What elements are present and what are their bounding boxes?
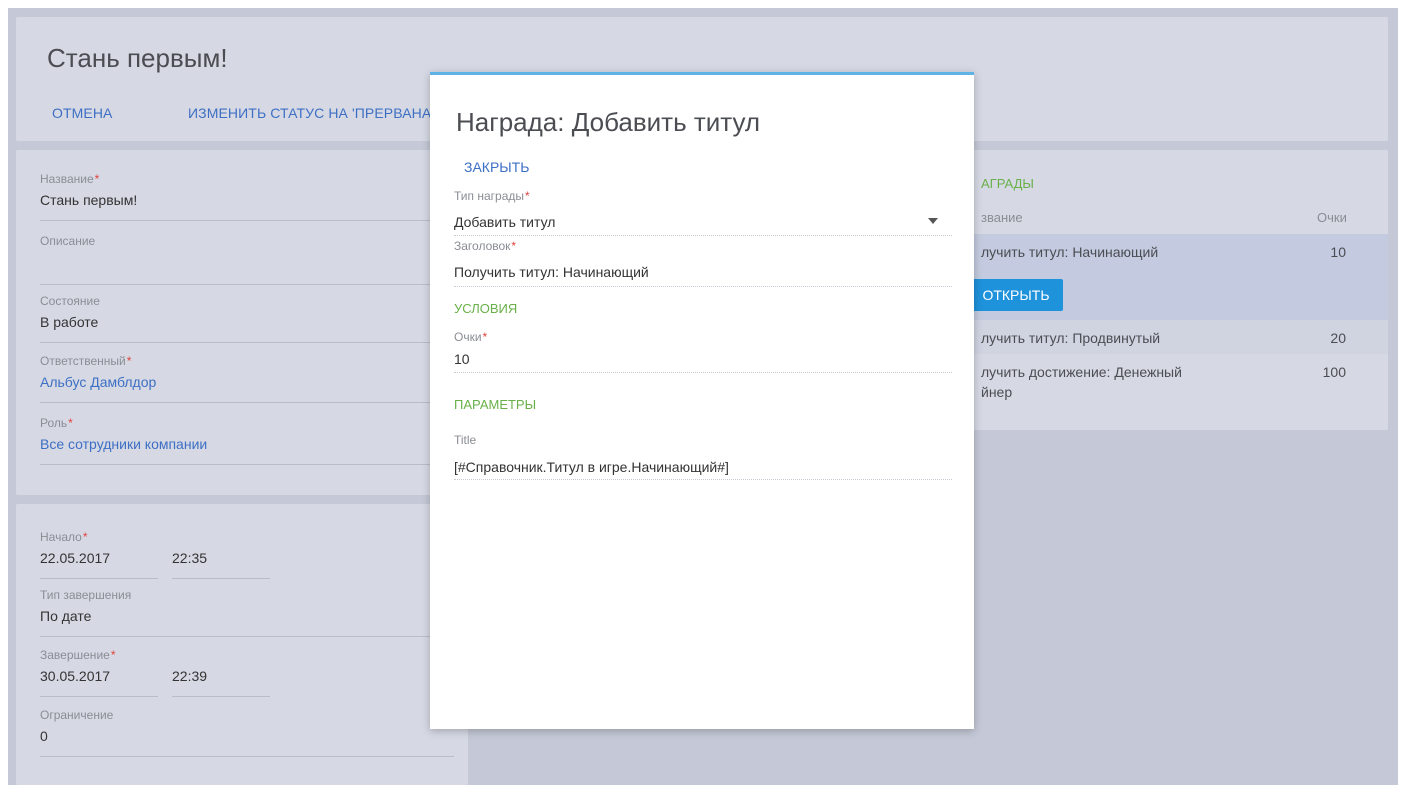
role-label: Роль* xyxy=(40,416,73,430)
reward-row-name: лучить титул: Начинающий xyxy=(981,244,1159,260)
responsible-label: Ответственный* xyxy=(40,354,131,368)
page-title: Стань первым! xyxy=(47,43,228,73)
reward-type-label: Тип награды* xyxy=(454,189,530,203)
limit-value: 0 xyxy=(40,728,48,744)
rewards-section-title: АГРАДЫ xyxy=(981,176,1034,191)
state-field[interactable]: Состояние В работе xyxy=(40,286,452,343)
close-button[interactable]: ЗАКРЫТЬ xyxy=(464,159,529,175)
title-param-label: Title xyxy=(454,433,477,447)
limit-field[interactable]: Ограничение 0 xyxy=(40,700,454,757)
points-field[interactable]: Очки* 10 xyxy=(454,330,952,373)
schedule-card: Начало* 22.05.2017 22:35 Тип завершения … xyxy=(16,504,468,785)
reward-row-name: лучить титул: Продвинутый xyxy=(981,330,1161,346)
required-mark: * xyxy=(110,648,116,662)
role-link[interactable]: Все сотрудники компании xyxy=(40,436,207,452)
end-label-text: Завершение xyxy=(40,648,110,662)
start-label-text: Начало xyxy=(40,530,82,544)
heading-label: Заголовок* xyxy=(454,239,516,253)
reward-row-name: лучить достижение: Денежный xyxy=(981,364,1182,380)
end-date[interactable]: 30.05.2017 xyxy=(40,668,110,684)
points-label: Очки* xyxy=(454,330,487,344)
required-mark: * xyxy=(68,416,73,430)
start-time-line xyxy=(172,577,270,579)
reward-row-points: 100 xyxy=(1322,364,1346,380)
points-value: 10 xyxy=(454,351,470,367)
responsible-link[interactable]: Альбус Дамблдор xyxy=(40,374,156,390)
end-date-line xyxy=(40,695,158,697)
description-field[interactable]: Описание xyxy=(40,226,452,285)
reward-type-label-text: Тип награды xyxy=(454,189,524,203)
state-label: Состояние xyxy=(40,294,100,308)
role-field[interactable]: Роль* Все сотрудники компании xyxy=(40,408,452,465)
reward-modal: Награда: Добавить титул ЗАКРЫТЬ Тип нагр… xyxy=(430,72,974,729)
reward-type-select[interactable]: Тип награды* Добавить титул xyxy=(454,189,952,236)
end-type-label: Тип завершения xyxy=(40,588,132,602)
details-card: Название* Стань первым! Описание Состоян… xyxy=(16,150,468,495)
reward-type-value: Добавить титул xyxy=(454,214,556,230)
limit-label: Ограничение xyxy=(40,708,114,722)
params-section-title: ПАРАМЕТРЫ xyxy=(454,397,537,412)
end-field[interactable]: Завершение* 30.05.2017 22:39 xyxy=(40,640,270,697)
responsible-field[interactable]: Ответственный* Альбус Дамблдор xyxy=(40,346,452,403)
rewards-col-points: Очки xyxy=(1317,210,1347,225)
end-time[interactable]: 22:39 xyxy=(172,668,207,684)
reward-row-name-wrap: йнер xyxy=(981,384,1013,400)
reward-row-points: 10 xyxy=(1330,244,1346,260)
chevron-down-icon[interactable] xyxy=(928,218,938,224)
start-date[interactable]: 22.05.2017 xyxy=(40,550,110,566)
description-label: Описание xyxy=(40,234,96,248)
reward-row-points: 20 xyxy=(1330,330,1346,346)
heading-label-text: Заголовок xyxy=(454,239,511,253)
name-label: Название* xyxy=(40,172,99,186)
start-date-line xyxy=(40,577,158,579)
required-mark: * xyxy=(525,189,530,203)
heading-value: Получить титул: Начинающий xyxy=(454,264,649,280)
conditions-section-title: УСЛОВИЯ xyxy=(454,301,518,316)
change-status-button[interactable]: ИЗМЕНИТЬ СТАТУС НА 'ПРЕРВАНА xyxy=(188,105,431,121)
responsible-label-text: Ответственный xyxy=(40,354,126,368)
required-mark: * xyxy=(94,172,100,186)
state-value: В работе xyxy=(40,314,99,330)
start-time[interactable]: 22:35 xyxy=(172,550,207,566)
end-label: Завершение* xyxy=(40,648,116,662)
end-time-line xyxy=(172,695,270,697)
role-label-text: Роль xyxy=(40,416,68,430)
required-mark: * xyxy=(126,354,132,368)
open-button[interactable]: ОТКРЫТЬ xyxy=(969,279,1063,311)
rewards-col-name: звание xyxy=(981,210,1023,225)
start-label: Начало* xyxy=(40,530,87,544)
title-param-value: [#Справочник.Титул в игре.Начинающий#] xyxy=(454,459,729,475)
required-mark: * xyxy=(82,530,88,544)
name-value: Стань первым! xyxy=(40,192,138,208)
points-label-text: Очки xyxy=(454,330,482,344)
title-param-field[interactable]: Title [#Справочник.Титул в игре.Начинающ… xyxy=(454,433,952,480)
required-mark: * xyxy=(482,330,488,344)
name-field[interactable]: Название* Стань первым! xyxy=(40,164,452,221)
end-type-value: По дате xyxy=(40,608,92,624)
modal-title: Награда: Добавить титул xyxy=(456,107,761,137)
heading-field[interactable]: Заголовок* Получить титул: Начинающий xyxy=(454,239,952,287)
start-field[interactable]: Начало* 22.05.2017 22:35 xyxy=(40,522,270,579)
end-type-field[interactable]: Тип завершения По дате xyxy=(40,580,452,637)
cancel-button[interactable]: ОТМЕНА xyxy=(52,105,113,121)
name-label-text: Название xyxy=(40,172,94,186)
required-mark: * xyxy=(511,239,517,253)
page-backdrop: Стань первым! ОТМЕНА ИЗМЕНИТЬ СТАТУС НА … xyxy=(8,8,1398,785)
